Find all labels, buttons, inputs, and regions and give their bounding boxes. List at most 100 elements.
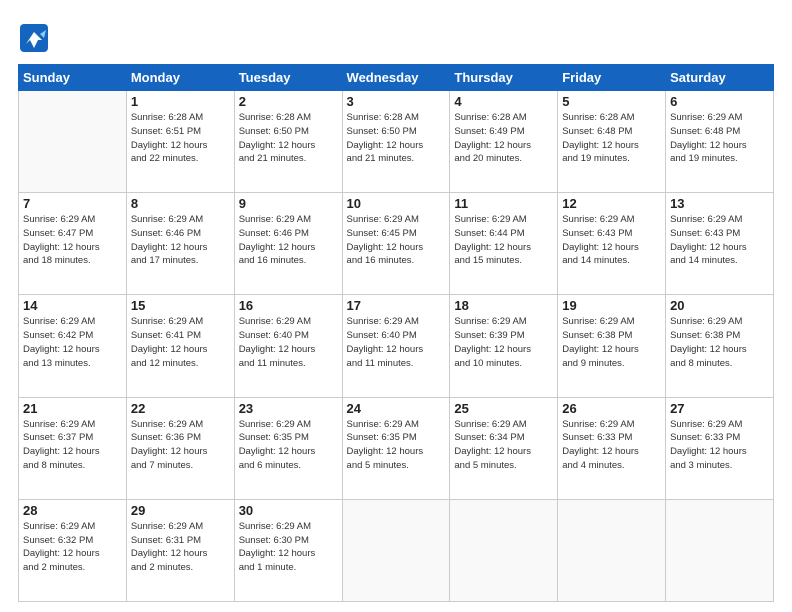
table-row: 29 Sunrise: 6:29 AM Sunset: 6:31 PM Dayli… — [126, 499, 234, 601]
table-row — [666, 499, 774, 601]
day-number: 13 — [670, 196, 769, 211]
table-row: 7 Sunrise: 6:29 AM Sunset: 6:47 PM Daylig… — [19, 193, 127, 295]
day-number: 28 — [23, 503, 122, 518]
table-row — [19, 91, 127, 193]
day-info: Sunrise: 6:29 AM Sunset: 6:45 PM Dayligh… — [347, 213, 446, 268]
day-info: Sunrise: 6:28 AM Sunset: 6:48 PM Dayligh… — [562, 111, 661, 166]
calendar-week: 28 Sunrise: 6:29 AM Sunset: 6:32 PM Dayli… — [19, 499, 774, 601]
logo-icon — [18, 22, 50, 54]
table-row: 30 Sunrise: 6:29 AM Sunset: 6:30 PM Dayli… — [234, 499, 342, 601]
table-row: 26 Sunrise: 6:29 AM Sunset: 6:33 PM Dayli… — [558, 397, 666, 499]
table-row: 17 Sunrise: 6:29 AM Sunset: 6:40 PM Dayli… — [342, 295, 450, 397]
day-number: 19 — [562, 298, 661, 313]
day-number: 25 — [454, 401, 553, 416]
day-number: 23 — [239, 401, 338, 416]
table-row: 9Sunrise: 6:29 AM Sunset: 6:46 PM Daylig… — [234, 193, 342, 295]
day-number: 2 — [239, 94, 338, 109]
table-row: 14 Sunrise: 6:29 AM Sunset: 6:42 PM Dayli… — [19, 295, 127, 397]
table-row: 28 Sunrise: 6:29 AM Sunset: 6:32 PM Dayli… — [19, 499, 127, 601]
table-row: 21Sunrise: 6:29 AM Sunset: 6:37 PM Dayli… — [19, 397, 127, 499]
table-row: 24Sunrise: 6:29 AM Sunset: 6:35 PM Dayli… — [342, 397, 450, 499]
day-number: 16 — [239, 298, 338, 313]
day-info: Sunrise: 6:29 AM Sunset: 6:36 PM Dayligh… — [131, 418, 230, 473]
day-number: 14 — [23, 298, 122, 313]
table-row: 8 Sunrise: 6:29 AM Sunset: 6:46 PM Daylig… — [126, 193, 234, 295]
day-info: Sunrise: 6:29 AM Sunset: 6:32 PM Dayligh… — [23, 520, 122, 575]
table-row: 1 Sunrise: 6:28 AM Sunset: 6:51 PM Daylig… — [126, 91, 234, 193]
weekday-header: Tuesday — [234, 65, 342, 91]
day-number: 5 — [562, 94, 661, 109]
day-info: Sunrise: 6:29 AM Sunset: 6:41 PM Dayligh… — [131, 315, 230, 370]
table-row: 4 Sunrise: 6:28 AM Sunset: 6:49 PM Daylig… — [450, 91, 558, 193]
day-number: 21 — [23, 401, 122, 416]
day-number: 30 — [239, 503, 338, 518]
weekday-header: Thursday — [450, 65, 558, 91]
day-info: Sunrise: 6:29 AM Sunset: 6:30 PM Dayligh… — [239, 520, 338, 575]
day-number: 26 — [562, 401, 661, 416]
day-info: Sunrise: 6:29 AM Sunset: 6:42 PM Dayligh… — [23, 315, 122, 370]
day-info: Sunrise: 6:29 AM Sunset: 6:34 PM Dayligh… — [454, 418, 553, 473]
table-row: 5 Sunrise: 6:28 AM Sunset: 6:48 PM Daylig… — [558, 91, 666, 193]
table-row: 18 Sunrise: 6:29 AM Sunset: 6:39 PM Dayli… — [450, 295, 558, 397]
day-info: Sunrise: 6:29 AM Sunset: 6:43 PM Dayligh… — [670, 213, 769, 268]
table-row: 22 Sunrise: 6:29 AM Sunset: 6:36 PM Dayli… — [126, 397, 234, 499]
table-row — [450, 499, 558, 601]
day-info: Sunrise: 6:29 AM Sunset: 6:46 PM Dayligh… — [131, 213, 230, 268]
day-number: 27 — [670, 401, 769, 416]
day-info: Sunrise: 6:29 AM Sunset: 6:40 PM Dayligh… — [239, 315, 338, 370]
day-info: Sunrise: 6:28 AM Sunset: 6:50 PM Dayligh… — [239, 111, 338, 166]
day-number: 1 — [131, 94, 230, 109]
table-row: 3 Sunrise: 6:28 AM Sunset: 6:50 PM Daylig… — [342, 91, 450, 193]
day-info: Sunrise: 6:29 AM Sunset: 6:47 PM Dayligh… — [23, 213, 122, 268]
calendar-week: 1 Sunrise: 6:28 AM Sunset: 6:51 PM Daylig… — [19, 91, 774, 193]
table-row — [342, 499, 450, 601]
day-info: Sunrise: 6:29 AM Sunset: 6:38 PM Dayligh… — [562, 315, 661, 370]
table-row: 11Sunrise: 6:29 AM Sunset: 6:44 PM Dayli… — [450, 193, 558, 295]
calendar-week: 21Sunrise: 6:29 AM Sunset: 6:37 PM Dayli… — [19, 397, 774, 499]
calendar-week: 14 Sunrise: 6:29 AM Sunset: 6:42 PM Dayli… — [19, 295, 774, 397]
day-info: Sunrise: 6:28 AM Sunset: 6:51 PM Dayligh… — [131, 111, 230, 166]
weekday-header: Wednesday — [342, 65, 450, 91]
day-number: 9 — [239, 196, 338, 211]
day-info: Sunrise: 6:29 AM Sunset: 6:35 PM Dayligh… — [239, 418, 338, 473]
day-info: Sunrise: 6:29 AM Sunset: 6:39 PM Dayligh… — [454, 315, 553, 370]
day-number: 4 — [454, 94, 553, 109]
day-info: Sunrise: 6:29 AM Sunset: 6:40 PM Dayligh… — [347, 315, 446, 370]
table-row: 19 Sunrise: 6:29 AM Sunset: 6:38 PM Dayli… — [558, 295, 666, 397]
table-row: 16 Sunrise: 6:29 AM Sunset: 6:40 PM Dayli… — [234, 295, 342, 397]
weekday-header: Saturday — [666, 65, 774, 91]
table-row: 25 Sunrise: 6:29 AM Sunset: 6:34 PM Dayli… — [450, 397, 558, 499]
table-row: 23 Sunrise: 6:29 AM Sunset: 6:35 PM Dayli… — [234, 397, 342, 499]
logo — [18, 22, 54, 54]
table-row: 27 Sunrise: 6:29 AM Sunset: 6:33 PM Dayli… — [666, 397, 774, 499]
day-info: Sunrise: 6:28 AM Sunset: 6:49 PM Dayligh… — [454, 111, 553, 166]
table-row: 13 Sunrise: 6:29 AM Sunset: 6:43 PM Dayli… — [666, 193, 774, 295]
day-number: 18 — [454, 298, 553, 313]
day-number: 8 — [131, 196, 230, 211]
day-number: 29 — [131, 503, 230, 518]
weekday-header: Friday — [558, 65, 666, 91]
day-info: Sunrise: 6:29 AM Sunset: 6:44 PM Dayligh… — [454, 213, 553, 268]
day-info: Sunrise: 6:29 AM Sunset: 6:33 PM Dayligh… — [670, 418, 769, 473]
table-row: 6Sunrise: 6:29 AM Sunset: 6:48 PM Daylig… — [666, 91, 774, 193]
table-row: 12 Sunrise: 6:29 AM Sunset: 6:43 PM Dayli… — [558, 193, 666, 295]
day-info: Sunrise: 6:29 AM Sunset: 6:31 PM Dayligh… — [131, 520, 230, 575]
day-info: Sunrise: 6:28 AM Sunset: 6:50 PM Dayligh… — [347, 111, 446, 166]
weekday-header: Sunday — [19, 65, 127, 91]
day-info: Sunrise: 6:29 AM Sunset: 6:35 PM Dayligh… — [347, 418, 446, 473]
table-row: 15Sunrise: 6:29 AM Sunset: 6:41 PM Dayli… — [126, 295, 234, 397]
day-number: 12 — [562, 196, 661, 211]
day-number: 22 — [131, 401, 230, 416]
day-number: 17 — [347, 298, 446, 313]
weekday-header: Monday — [126, 65, 234, 91]
table-row: 2 Sunrise: 6:28 AM Sunset: 6:50 PM Daylig… — [234, 91, 342, 193]
day-info: Sunrise: 6:29 AM Sunset: 6:48 PM Dayligh… — [670, 111, 769, 166]
table-row: 10Sunrise: 6:29 AM Sunset: 6:45 PM Dayli… — [342, 193, 450, 295]
table-row — [558, 499, 666, 601]
day-number: 3 — [347, 94, 446, 109]
day-info: Sunrise: 6:29 AM Sunset: 6:43 PM Dayligh… — [562, 213, 661, 268]
day-info: Sunrise: 6:29 AM Sunset: 6:38 PM Dayligh… — [670, 315, 769, 370]
calendar: SundayMondayTuesdayWednesdayThursdayFrid… — [18, 64, 774, 602]
day-number: 7 — [23, 196, 122, 211]
day-info: Sunrise: 6:29 AM Sunset: 6:33 PM Dayligh… — [562, 418, 661, 473]
